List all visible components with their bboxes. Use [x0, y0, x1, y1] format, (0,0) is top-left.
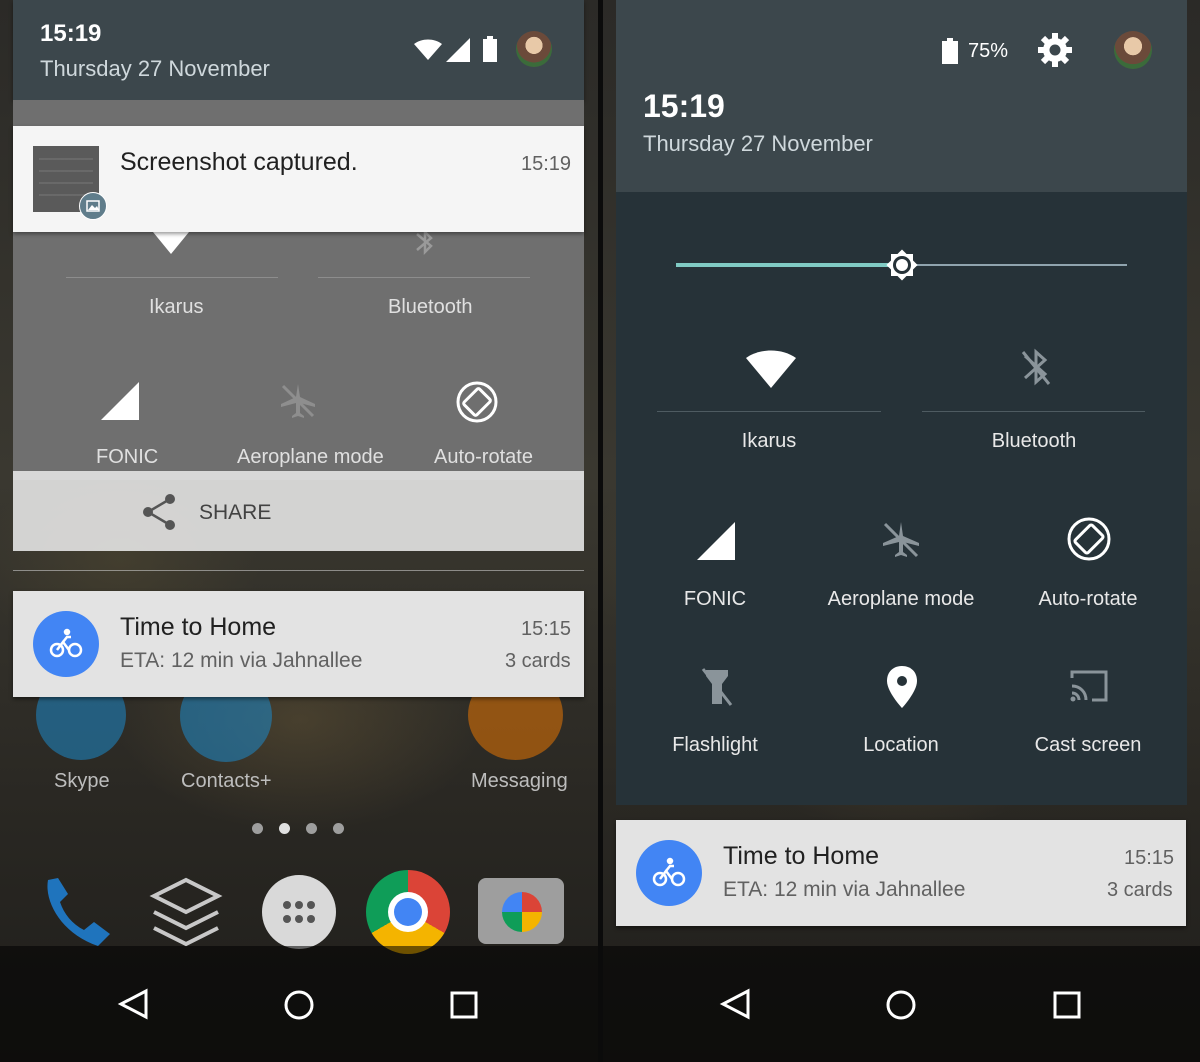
home-icon	[284, 990, 314, 1020]
phone-dialer-icon[interactable]	[38, 872, 118, 952]
notification-subtitle: ETA: 12 min via Jahnallee	[120, 649, 363, 672]
tile-autorotate-label[interactable]: Auto-rotate	[1039, 588, 1138, 611]
share-action-bar[interactable]: SHARE	[13, 471, 584, 551]
flashlight-icon[interactable]	[700, 666, 734, 708]
divider	[13, 570, 584, 571]
user-avatar[interactable]	[516, 31, 552, 67]
cell-signal-icon[interactable]	[697, 522, 735, 560]
bike-icon	[33, 611, 99, 677]
right-phone-screen: 75% 15:19 Thursday 27 November Ikarus Bl…	[603, 0, 1200, 1062]
notification-subtitle: ETA: 12 min via Jahnallee	[723, 878, 966, 901]
header-date: Thursday 27 November	[40, 56, 270, 81]
tile-fonic-label[interactable]: FONIC	[684, 588, 746, 611]
tile-underline	[66, 277, 278, 278]
navigation-bar	[0, 946, 598, 1062]
messaging-app-label: Messaging	[471, 770, 568, 792]
user-avatar[interactable]	[1114, 31, 1152, 69]
tile-aeroplane-label[interactable]: Aeroplane mode	[828, 588, 975, 611]
back-button[interactable]	[695, 946, 775, 1062]
battery-icon	[483, 36, 497, 62]
brightness-fill	[676, 263, 902, 267]
gallery-badge-icon	[79, 192, 107, 220]
tile-ikarus-label[interactable]: Ikarus	[742, 430, 796, 453]
left-phone-screen: Skype Contacts+ Messaging 15:19 Thursday…	[0, 0, 598, 1062]
notification-count: 3 cards	[505, 650, 571, 672]
time-to-home-notification[interactable]: Time to Home ETA: 12 min via Jahnallee 1…	[13, 591, 584, 697]
airplane-icon[interactable]	[881, 520, 921, 560]
bluetooth-off-icon	[416, 230, 433, 256]
tile-bluetooth-label[interactable]: Bluetooth	[992, 430, 1077, 453]
quick-settings-panel: Ikarus Bluetooth FONIC Aeroplane mode Au…	[616, 192, 1187, 805]
screenshot-notification[interactable]: Screenshot captured. 15:19	[13, 126, 584, 232]
auto-rotate-icon[interactable]	[1066, 516, 1112, 562]
bluetooth-off-icon[interactable]	[1019, 348, 1053, 388]
cast-icon[interactable]	[1068, 668, 1110, 704]
wifi-icon	[153, 232, 189, 254]
recents-icon	[450, 991, 478, 1019]
back-icon	[719, 988, 750, 1020]
navigation-bar	[603, 946, 1200, 1062]
recents-button[interactable]	[424, 946, 504, 1062]
notification-time: 15:15	[1124, 847, 1175, 869]
tile-bluetooth-label[interactable]: Bluetooth	[388, 296, 473, 319]
recents-button[interactable]	[1027, 946, 1107, 1062]
tile-underline	[657, 411, 881, 412]
back-icon	[117, 988, 148, 1020]
back-button[interactable]	[93, 946, 173, 1062]
tile-underline	[922, 411, 1145, 412]
wifi-icon	[414, 39, 442, 60]
skype-app-label: Skype	[54, 770, 110, 792]
battery-icon	[942, 38, 958, 64]
battery-percent: 75%	[968, 40, 1009, 62]
status-header: 75% 15:19 Thursday 27 November	[616, 0, 1187, 192]
home-button[interactable]	[861, 946, 941, 1062]
notification-time: 15:15	[521, 618, 572, 640]
home-icon	[886, 990, 916, 1020]
header-time: 15:19	[40, 20, 102, 47]
share-icon	[143, 494, 175, 530]
tile-aeroplane-label[interactable]: Aeroplane mode	[237, 446, 384, 469]
notification-count: 3 cards	[1107, 879, 1173, 901]
tile-underline	[318, 277, 530, 278]
notification-title: Time to Home	[723, 842, 880, 870]
screenshot-notification-time: 15:19	[521, 153, 572, 175]
tile-flashlight-label[interactable]: Flashlight	[672, 734, 758, 757]
screenshot-notification-title: Screenshot captured.	[120, 148, 358, 176]
status-header: 15:19 Thursday 27 November	[13, 0, 584, 100]
tile-cast-screen-label[interactable]: Cast screen	[1035, 734, 1142, 757]
app-drawer-icon[interactable]	[262, 875, 336, 949]
header-date: Thursday 27 November	[643, 131, 873, 156]
header-time: 15:19	[643, 88, 725, 124]
bike-icon	[636, 840, 702, 906]
airplane-icon[interactable]	[279, 382, 317, 420]
auto-rotate-icon[interactable]	[455, 380, 499, 424]
tile-ikarus-label[interactable]: Ikarus	[149, 296, 203, 319]
settings-gear-icon[interactable]	[1036, 31, 1074, 69]
brightness-thumb-icon[interactable]	[881, 244, 923, 286]
chrome-app-icon[interactable]	[366, 870, 450, 954]
home-button[interactable]	[259, 946, 339, 1062]
notification-title: Time to Home	[120, 613, 277, 641]
layers-app-icon[interactable]	[146, 872, 226, 952]
tile-autorotate-label[interactable]: Auto-rotate	[434, 446, 533, 469]
cell-signal-icon	[446, 38, 470, 62]
brightness-slider[interactable]	[676, 244, 1127, 284]
share-button-label[interactable]: SHARE	[199, 501, 271, 525]
cell-signal-icon[interactable]	[101, 382, 139, 420]
tile-location-label[interactable]: Location	[863, 734, 939, 757]
contacts-plus-app-label: Contacts+	[181, 770, 272, 792]
tile-fonic-label[interactable]: FONIC	[96, 446, 158, 469]
recents-icon	[1053, 991, 1081, 1019]
location-pin-icon[interactable]	[887, 666, 917, 708]
time-to-home-notification[interactable]: Time to Home ETA: 12 min via Jahnallee 1…	[616, 820, 1186, 926]
wifi-icon[interactable]	[746, 350, 796, 388]
camera-app-icon[interactable]	[478, 878, 564, 944]
